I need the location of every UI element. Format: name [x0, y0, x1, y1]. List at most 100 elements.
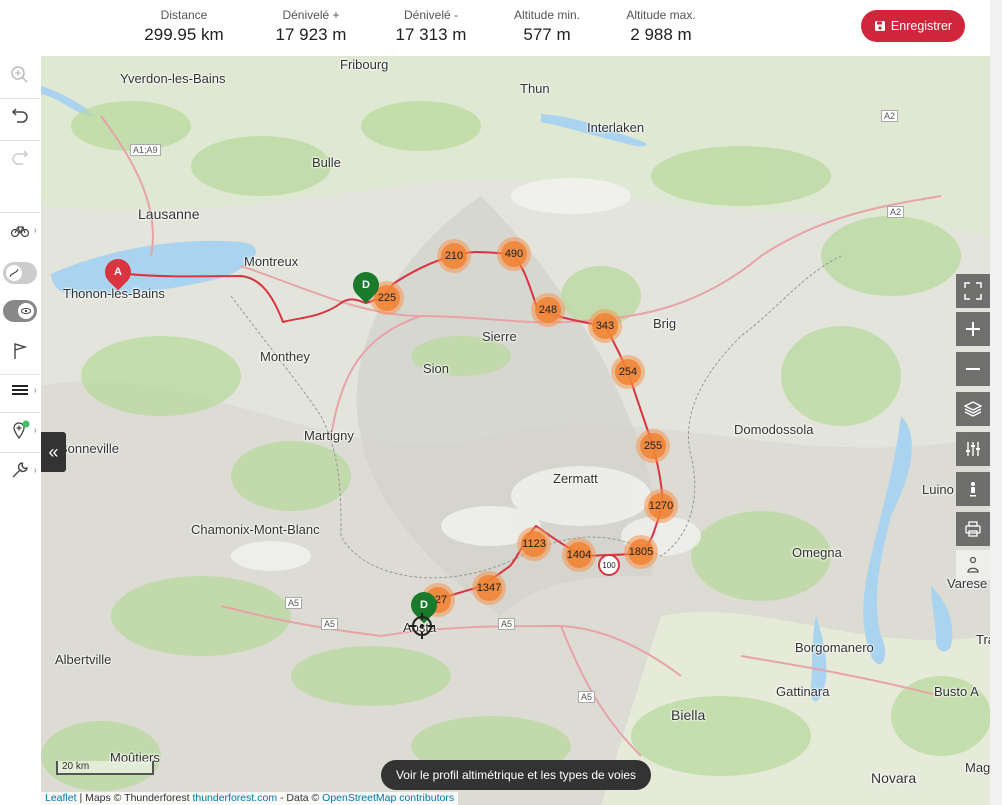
- stat-value: 577 m: [523, 25, 571, 44]
- km-marker-cluster[interactable]: 1404: [562, 538, 596, 572]
- stat-distance: Distance 299.95 km: [141, 8, 227, 45]
- place-label: Monthey: [260, 349, 310, 364]
- place-label: Montreux: [244, 254, 299, 269]
- street-view-icon[interactable]: [956, 472, 990, 506]
- zoom-in-icon[interactable]: [956, 312, 990, 346]
- save-button-label: Enregistrer: [890, 19, 953, 33]
- eye-icon: [18, 303, 34, 319]
- page-scrollbar[interactable]: [990, 0, 1002, 805]
- print-icon[interactable]: [956, 512, 990, 546]
- save-button[interactable]: Enregistrer: [861, 10, 965, 42]
- place-label: Sion: [423, 361, 450, 376]
- osm-link[interactable]: OpenStreetMap contributors: [322, 792, 454, 804]
- stat-label: Distance: [160, 8, 208, 22]
- km-marker-cluster[interactable]: 248: [531, 293, 565, 327]
- filter-icon[interactable]: [956, 432, 990, 466]
- road-shield: A5: [578, 691, 596, 703]
- elevation-profile-button[interactable]: Voir le profil altimétrique et les types…: [381, 760, 651, 790]
- stat-label: Dénivelé +: [282, 8, 340, 22]
- cluster-count: 1805: [628, 539, 654, 565]
- layers-menu-icon[interactable]: ›: [0, 374, 40, 405]
- scale-bar: 20 km: [56, 761, 154, 775]
- cluster-count: 1404: [566, 542, 592, 568]
- stat-label: Altitude min.: [513, 8, 581, 22]
- chevron-right-icon: ›: [33, 384, 37, 396]
- wrench-icon[interactable]: ›: [0, 452, 40, 487]
- km-marker-cluster[interactable]: 254: [611, 355, 645, 389]
- flag-icon[interactable]: [0, 336, 40, 366]
- cluster-count: 1123: [521, 531, 547, 557]
- road-shield: A2: [881, 110, 899, 122]
- km-marker-cluster[interactable]: 1123: [517, 527, 551, 561]
- cluster-count: 343: [592, 313, 618, 339]
- layers-icon[interactable]: [956, 392, 990, 426]
- cluster-count: 210: [441, 243, 467, 269]
- place-label: Bonneville: [59, 441, 119, 456]
- km-marker-cluster[interactable]: 343: [588, 309, 622, 343]
- place-label: Luino: [922, 482, 954, 497]
- place-label: Mag: [965, 760, 990, 775]
- person-icon[interactable]: [956, 550, 990, 580]
- km-marker-cluster[interactable]: 255: [636, 429, 670, 463]
- place-label: Brig: [653, 316, 677, 331]
- place-label: Lausanne: [138, 206, 200, 222]
- place-label: Tra: [976, 632, 990, 647]
- stat-value: 17 923 m: [275, 25, 347, 44]
- place-label: Albertville: [55, 652, 112, 667]
- cluster-count: 255: [640, 433, 666, 459]
- fullscreen-icon[interactable]: [956, 274, 990, 308]
- place-label: Biella: [671, 707, 706, 723]
- road-shield: A5: [498, 618, 516, 630]
- place-label: Busto A: [934, 684, 979, 699]
- undo-icon[interactable]: [0, 98, 40, 129]
- add-waypoint-icon[interactable]: ›: [0, 412, 40, 447]
- crosshair-icon[interactable]: [409, 613, 435, 639]
- place-label: Thun: [520, 81, 550, 96]
- map-canvas[interactable]: Yverdon-les-Bains Fribourg Thun Interlak…: [41, 56, 990, 805]
- map-attribution: Leaflet | Maps © Thunderforest thunderfo…: [41, 792, 459, 805]
- place-label: Thonon-les-Bains: [63, 286, 165, 301]
- attribution-text: | Maps © Thunderforest: [76, 792, 193, 804]
- zoom-out-icon[interactable]: [956, 352, 990, 386]
- zoom-to-fit-icon[interactable]: [0, 62, 40, 88]
- marker-label: D: [420, 599, 428, 612]
- place-label: Bulle: [312, 155, 341, 170]
- place-label: Omegna: [792, 545, 842, 560]
- thunderforest-link[interactable]: thunderforest.com: [192, 792, 277, 804]
- collapse-sidebar-button[interactable]: «: [41, 432, 66, 472]
- km-marker-cluster[interactable]: 210: [437, 239, 471, 273]
- km-marker-cluster[interactable]: 1270: [644, 489, 678, 523]
- place-label: Martigny: [304, 428, 354, 443]
- double-chevron-left-icon: «: [48, 441, 59, 462]
- redo-icon[interactable]: [0, 140, 40, 171]
- road-shield: A5: [285, 597, 303, 609]
- place-label: Novara: [871, 770, 917, 786]
- marker-label: A: [114, 266, 122, 279]
- chevron-right-icon: ›: [33, 224, 37, 236]
- stat-value: 17 313 m: [395, 25, 467, 44]
- place-label: Fribourg: [340, 57, 389, 72]
- place-label: Zermatt: [553, 471, 598, 486]
- speed-limit-sign: 100: [598, 554, 620, 576]
- place-label: Domodossola: [734, 422, 814, 437]
- place-label: Yverdon-les-Bains: [120, 71, 226, 86]
- chevron-right-icon: ›: [33, 424, 37, 436]
- km-marker-cluster[interactable]: 490: [497, 237, 531, 271]
- cluster-count: 1270: [648, 493, 674, 519]
- place-label: Sierre: [482, 329, 517, 344]
- route-icon: [6, 265, 22, 281]
- left-toolbar: › › › ›: [0, 56, 41, 805]
- cluster-count: 1347: [476, 575, 502, 601]
- place-label: Chamonix-Mont-Blanc: [191, 522, 320, 537]
- leaflet-link[interactable]: Leaflet: [45, 792, 77, 804]
- visibility-toggle[interactable]: [0, 296, 40, 326]
- stat-value: 2 988 m: [630, 25, 692, 44]
- road-shield: A1;A9: [130, 144, 161, 156]
- terrain-background: [41, 56, 990, 805]
- bike-icon[interactable]: ›: [0, 212, 40, 247]
- save-icon: [874, 21, 885, 31]
- route-toggle[interactable]: [0, 258, 40, 288]
- km-marker-cluster[interactable]: 1347: [472, 571, 506, 605]
- attribution-text: - Data ©: [277, 792, 323, 804]
- km-marker-cluster[interactable]: 1805: [624, 535, 658, 569]
